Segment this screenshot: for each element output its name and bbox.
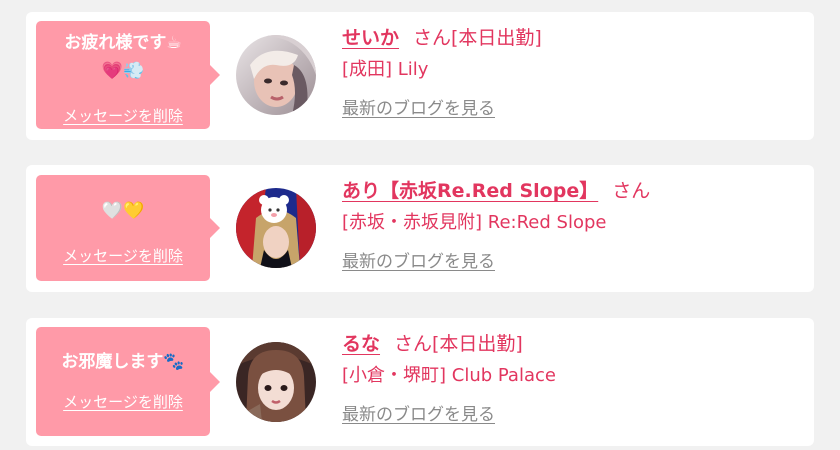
sender-info: せいか さん[本日出勤] [成田] Lily 最新のブログを見る — [342, 24, 802, 121]
sender-status: さん[本日出勤] — [394, 333, 523, 355]
delete-message-link[interactable]: メッセージを削除 — [36, 245, 210, 266]
sender-info: るな さん[本日出勤] [小倉・堺町] Club Palace 最新のブログを見る — [342, 330, 802, 427]
sender-name-line: るな さん[本日出勤] — [342, 330, 802, 358]
sender-name-line: あり【赤坂Re.Red Slope】 さん — [342, 177, 802, 205]
delete-message-link[interactable]: メッセージを削除 — [36, 105, 210, 126]
message-card: お疲れ様です☕ 💗💨 メッセージを削除 せいか さん[本日出勤] [成田] Li… — [26, 12, 814, 140]
message-text: お疲れ様です☕ 💗💨 — [64, 33, 182, 81]
message-bubble: お邪魔します🐾 メッセージを削除 — [36, 327, 220, 436]
message-card: 🤍💛 メッセージを削除 あり【赤坂Re.Red Slope】 さん [赤坂・赤坂… — [26, 165, 814, 292]
message-text: お邪魔します🐾 — [61, 352, 185, 372]
sender-info: あり【赤坂Re.Red Slope】 さん [赤坂・赤坂見附] Re:Red Sl… — [342, 177, 802, 274]
avatar[interactable] — [236, 188, 316, 268]
avatar[interactable] — [236, 342, 316, 422]
sender-name-line: せいか さん[本日出勤] — [342, 24, 802, 52]
sender-status: さん[本日出勤] — [413, 27, 542, 49]
avatar[interactable] — [236, 35, 316, 115]
sender-name-link[interactable]: せいか — [342, 27, 399, 49]
latest-blog-link[interactable]: 最新のブログを見る — [342, 97, 495, 121]
sender-name-link[interactable]: あり【赤坂Re.Red Slope】 — [342, 180, 598, 202]
latest-blog-link[interactable]: 最新のブログを見る — [342, 403, 495, 427]
sender-status: さん — [612, 180, 651, 202]
shop-name: [小倉・堺町] Club Palace — [342, 365, 556, 386]
message-bubble: 🤍💛 メッセージを削除 — [36, 175, 220, 281]
delete-message-link[interactable]: メッセージを削除 — [36, 391, 210, 412]
message-card: お邪魔します🐾 メッセージを削除 るな さん[本日出勤] [小倉・堺町] Club… — [26, 318, 814, 446]
shop-name: [赤坂・赤坂見附] Re:Red Slope — [342, 212, 607, 233]
message-list: お疲れ様です☕ 💗💨 メッセージを削除 せいか さん[本日出勤] [成田] Li… — [0, 0, 840, 450]
message-text: 🤍💛 — [101, 201, 145, 221]
message-bubble: お疲れ様です☕ 💗💨 メッセージを削除 — [36, 21, 220, 129]
sender-name-link[interactable]: るな — [342, 333, 380, 355]
latest-blog-link[interactable]: 最新のブログを見る — [342, 250, 495, 274]
shop-name: [成田] Lily — [342, 59, 429, 80]
